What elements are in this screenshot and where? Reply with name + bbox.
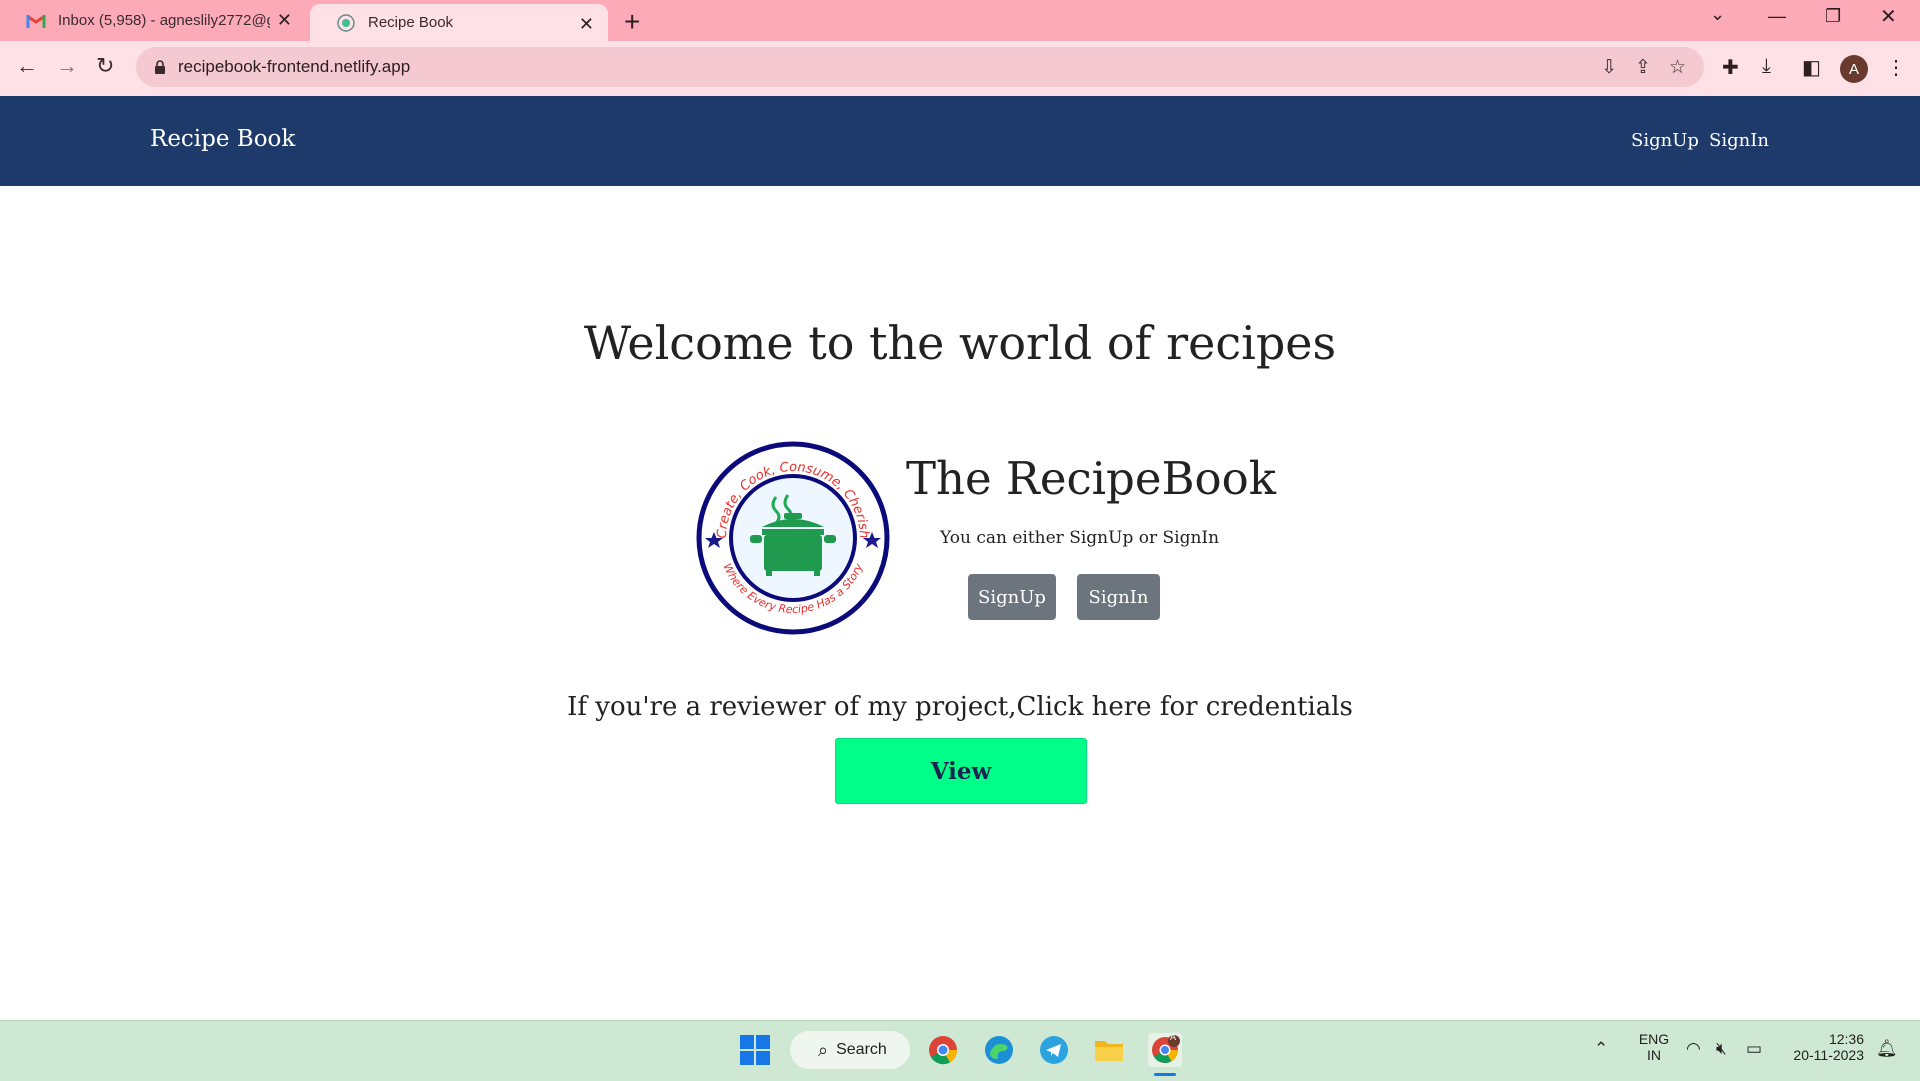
wifi-icon[interactable]: ◠ bbox=[1686, 1039, 1701, 1059]
profile-avatar[interactable]: A bbox=[1840, 55, 1868, 83]
browser-toolbar: ← → ↻ recipebook-frontend.netlify.app ⇩ … bbox=[0, 41, 1920, 96]
close-window-icon[interactable]: ✕ bbox=[1880, 4, 1897, 29]
menu-icon[interactable]: ⋮ bbox=[1886, 55, 1906, 80]
file-explorer-icon[interactable] bbox=[1092, 1033, 1126, 1067]
chrome-icon[interactable] bbox=[926, 1033, 960, 1067]
reload-icon[interactable]: ↻ bbox=[96, 53, 114, 79]
site-favicon bbox=[336, 13, 356, 33]
tab-recipe-book[interactable]: Recipe Book ✕ bbox=[310, 4, 608, 41]
site-navbar: Recipe Book SignUp SignIn bbox=[0, 96, 1920, 186]
install-app-icon[interactable]: ⇩ bbox=[1601, 56, 1617, 79]
restore-icon[interactable]: ❐ bbox=[1825, 6, 1841, 27]
telegram-icon[interactable] bbox=[1037, 1033, 1071, 1067]
language-indicator[interactable]: ENG IN bbox=[1634, 1031, 1674, 1063]
gmail-icon bbox=[26, 11, 46, 31]
edge-icon[interactable] bbox=[982, 1033, 1016, 1067]
close-tab-icon[interactable]: ✕ bbox=[579, 14, 594, 35]
url-text: recipebook-frontend.netlify.app bbox=[178, 57, 411, 76]
minimize-icon[interactable]: — bbox=[1768, 6, 1786, 27]
taskbar-search[interactable]: ⌕ Search bbox=[790, 1031, 910, 1069]
chrome-badge: A bbox=[1170, 1032, 1177, 1042]
battery-icon[interactable]: ▭ bbox=[1746, 1039, 1762, 1059]
tab-strip: Inbox (5,958) - agneslily2772@gmail.com … bbox=[0, 0, 1920, 41]
active-app-indicator bbox=[1154, 1073, 1176, 1076]
windows-start-icon[interactable] bbox=[738, 1033, 772, 1067]
lock-icon bbox=[154, 60, 166, 74]
address-bar[interactable]: recipebook-frontend.netlify.app ⇩ ⇪ ☆ bbox=[136, 47, 1704, 87]
reviewer-text: If you're a reviewer of my project,Click… bbox=[567, 692, 1353, 722]
view-credentials-button[interactable]: View bbox=[835, 738, 1087, 804]
page-title: Welcome to the world of recipes bbox=[583, 316, 1337, 370]
search-icon: ⌕ bbox=[818, 1039, 829, 1060]
chrome-profile-icon[interactable]: A bbox=[1148, 1032, 1182, 1067]
notification-bell-icon[interactable]: 🔔︎ bbox=[1876, 1039, 1898, 1059]
signup-button[interactable]: SignUp bbox=[968, 574, 1056, 620]
search-label: Search bbox=[836, 1041, 887, 1058]
tab-title: Recipe Book bbox=[368, 14, 454, 31]
back-icon[interactable]: ← bbox=[16, 53, 38, 79]
tab-title: Inbox (5,958) - agneslily2772@gmail.com bbox=[58, 12, 270, 29]
taskbar: ⌕ Search A ⌃ ENG IN ◠ 🔇︎ ▭ 12:36 20-11-2… bbox=[0, 1020, 1920, 1081]
nav-signup-link[interactable]: SignUp bbox=[1631, 130, 1699, 151]
book-subtitle: You can either SignUp or SignIn bbox=[940, 528, 1220, 548]
region-code: IN bbox=[1647, 1047, 1661, 1063]
clock[interactable]: 12:36 20-11-2023 bbox=[1780, 1031, 1864, 1063]
book-title: The RecipeBook bbox=[906, 452, 1276, 505]
clock-date: 20-11-2023 bbox=[1793, 1047, 1864, 1063]
chevron-up-icon[interactable]: ⌃ bbox=[1594, 1039, 1608, 1059]
close-tab-icon[interactable]: ✕ bbox=[277, 10, 292, 31]
downloads-icon[interactable]: ⤓ bbox=[1762, 55, 1771, 78]
language-code: ENG bbox=[1638, 1031, 1670, 1047]
signin-button[interactable]: SignIn bbox=[1077, 574, 1160, 620]
new-tab-icon[interactable]: + bbox=[624, 6, 640, 38]
recipebook-logo: Create, Cook, Consume, Cherish Where Eve… bbox=[696, 441, 890, 635]
volume-muted-icon[interactable]: 🔇︎ bbox=[1716, 1039, 1727, 1059]
tab-gmail[interactable]: Inbox (5,958) - agneslily2772@gmail.com … bbox=[0, 0, 306, 41]
clock-time: 12:36 bbox=[1828, 1031, 1864, 1047]
side-panel-icon[interactable]: ◧ bbox=[1802, 55, 1821, 80]
brand-link[interactable]: Recipe Book bbox=[150, 126, 295, 152]
extensions-icon[interactable]: ✚ bbox=[1722, 55, 1739, 80]
forward-icon[interactable]: → bbox=[56, 53, 78, 79]
nav-signin-link[interactable]: SignIn bbox=[1709, 130, 1769, 151]
bookmark-star-icon[interactable]: ☆ bbox=[1669, 56, 1686, 79]
tab-search-icon[interactable]: ⌄ bbox=[1710, 4, 1725, 25]
share-icon[interactable]: ⇪ bbox=[1635, 56, 1651, 79]
